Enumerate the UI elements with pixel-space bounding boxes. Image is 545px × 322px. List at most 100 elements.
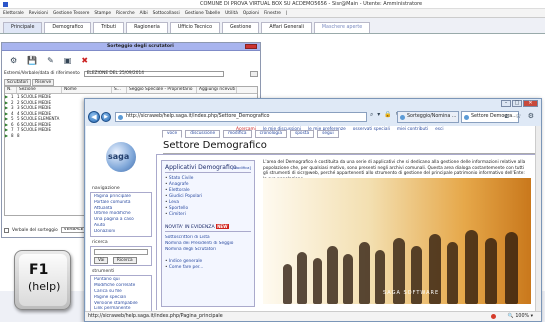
tab-scrutatori[interactable]: Scrutatori <box>4 79 32 86</box>
vertical-scrollbar[interactable] <box>535 126 541 311</box>
main-tab[interactable]: Ufficio Tecnico <box>169 22 221 33</box>
menu-item[interactable]: Opzioni <box>243 11 259 16</box>
save-icon[interactable]: 💾 <box>27 56 37 65</box>
user-link[interactable]: esci <box>435 127 443 132</box>
settings-icon[interactable]: ⚙ <box>10 56 17 65</box>
menu-item[interactable]: Albi <box>140 11 148 16</box>
index-link[interactable]: Come fare per... <box>165 265 251 271</box>
page-title: Settore Demografico <box>163 140 267 151</box>
row-sezione: 2 SCUOLE MEDIE <box>17 99 52 105</box>
back-icon[interactable]: ◀ <box>88 111 100 123</box>
row-sezione: 7 SCUOLE MEDIE <box>17 127 52 133</box>
modify-link[interactable]: [modifica] <box>232 165 251 170</box>
main-tab[interactable]: Ragioneria <box>126 22 168 33</box>
reference-lookup-button[interactable] <box>250 70 258 77</box>
menu-item[interactable]: Gestione Tabelle <box>185 11 220 16</box>
delete-icon[interactable]: ✖ <box>81 56 88 65</box>
window-controls: – □ ✕ <box>501 100 538 107</box>
menu-item[interactable]: Finestre <box>264 11 281 16</box>
person-silhouette <box>297 252 307 304</box>
news-title-text: NOVITA' IN EVIDENZA <box>165 225 215 230</box>
zoom-level[interactable]: 🔍 100% ▾ <box>508 312 533 321</box>
col-nome: Nome <box>62 87 112 93</box>
tools-icon[interactable]: ✎ <box>47 56 54 65</box>
app-titlebar: COMUNE DI PROVA VIRTUAL BOX SU ACDEMO565… <box>0 0 545 9</box>
address-bar[interactable]: http://sicraweb/help.saga.it/index.php/S… <box>115 112 367 122</box>
menubar: Elettorale Revisioni Gestione Tessere Stamp… <box>0 9 545 18</box>
verbale-field[interactable]: VERBALE SORTEG <box>60 227 87 233</box>
nav-box: Pagina principale Portale comunità Attuali… <box>90 192 152 237</box>
page-icon <box>118 115 123 120</box>
wiki-sidebar: navigazione Pagina principale Portale com… <box>90 184 152 311</box>
browser-navbar: ◀ ▶ http://sicraweb/help.saga.it/index.p… <box>85 110 541 124</box>
new-icon[interactable]: ▣ <box>64 56 72 65</box>
row-sezione: 5 SCUOLE ELEMENTA <box>17 116 60 122</box>
f1-help-key[interactable]: F1 (help) <box>14 250 71 310</box>
page-tab[interactable]: modifica <box>223 130 252 138</box>
browser-tools[interactable]: ⌂ ☆ ⚙ <box>505 112 536 120</box>
nav-link[interactable]: Donazioni <box>94 229 148 235</box>
person-silhouette <box>359 242 370 304</box>
close-icon[interactable]: ✕ <box>523 100 538 107</box>
maximize-icon[interactable]: □ <box>512 100 522 107</box>
page-tab[interactable]: voce <box>162 130 183 138</box>
row-sezione: 1 SCUOLE MEDIE <box>17 94 52 100</box>
main-body: Applicativi Demografico [modifica] Stato… <box>156 154 536 310</box>
window-title: Sorteggio degli scrutatori <box>107 44 174 49</box>
person-silhouette <box>313 258 322 304</box>
logo-text: saga <box>108 152 130 161</box>
reference-field[interactable]: ELEZIONE DEL 25/09/2014 <box>83 70 224 77</box>
menu-item[interactable]: Sottocollassi <box>153 11 180 16</box>
col-sezione: Sezione <box>17 87 62 93</box>
user-link[interactable]: miei contributi <box>397 127 428 132</box>
page-tab[interactable]: discussione <box>185 130 221 138</box>
applicativo-link[interactable]: Cimiteri <box>165 212 251 218</box>
main-tab[interactable]: Maschere aperte <box>313 22 371 33</box>
person-silhouette <box>447 242 458 304</box>
menu-item[interactable]: Gestione Tessere <box>53 11 89 16</box>
tab-icon <box>400 115 405 120</box>
col-aggiungi: Aggiungi ricevuti <box>199 87 237 93</box>
window-close-icon[interactable] <box>245 44 257 49</box>
forward-icon[interactable]: ▶ <box>101 112 111 122</box>
tools-header: strumenti <box>92 269 115 275</box>
tab-sorteggio[interactable]: Sorteggio/Nomina ... <box>397 111 459 123</box>
search-input[interactable] <box>94 248 148 255</box>
search-header: ricerca <box>92 239 108 245</box>
tab-riserve[interactable]: Riserve <box>32 79 55 86</box>
minimize-icon[interactable]: – <box>501 100 511 107</box>
menu-item[interactable]: Revisioni <box>29 11 48 16</box>
menu-item[interactable]: Ricerche <box>116 11 135 16</box>
main-tab[interactable]: Affari Generali <box>261 22 312 33</box>
window-header[interactable]: Sorteggio degli scrutatori <box>2 43 260 51</box>
index-list: Indice generaleCome fare per... <box>165 259 251 271</box>
row-sezione: 6 SCUOLE MEDIE <box>17 121 52 127</box>
user-link[interactable]: osservati speciali <box>353 127 390 132</box>
page-tab[interactable]: segui <box>317 130 339 138</box>
menu-item[interactable]: | <box>286 11 287 16</box>
menu-item[interactable]: Utilità <box>225 11 238 16</box>
main-tab[interactable]: Demografico <box>44 22 92 33</box>
go-button[interactable]: Vai <box>94 256 109 265</box>
main-tab[interactable]: Tributi <box>93 22 125 33</box>
main-tab[interactable]: Gestione <box>222 22 260 33</box>
verbale-checkbox[interactable] <box>4 227 9 233</box>
page-tab[interactable]: cronologia <box>254 130 287 138</box>
menu-item[interactable]: Elettorale <box>3 11 24 16</box>
news-list: Sottoscrittori di Lista Nomina dei Presid… <box>165 235 251 253</box>
col-s: S... <box>112 87 127 93</box>
person-silhouette <box>327 246 338 304</box>
wiki-logo[interactable]: saga <box>90 142 150 180</box>
person-silhouette <box>283 264 292 304</box>
menu-item[interactable]: Stampe <box>94 11 111 16</box>
news-link[interactable]: Nomina degli Scrutatori <box>165 247 251 253</box>
col-n: N. <box>5 87 17 93</box>
page-tab[interactable]: sposta <box>289 130 315 138</box>
applicativi-list: Stato CivileAnagrafeElettoraleGiudici Po… <box>165 176 251 218</box>
main-tab[interactable]: Principale <box>3 22 43 33</box>
applicativi-box: Applicativi Demografico [modifica] Stato… <box>161 160 255 307</box>
person-silhouette <box>485 238 497 304</box>
search-button[interactable]: Ricerca <box>112 256 137 265</box>
row-sezione: 3 SCUOLE MEDIE <box>17 105 52 111</box>
tools-box: Puntano qui Modifiche correlate Carica su … <box>90 275 152 311</box>
